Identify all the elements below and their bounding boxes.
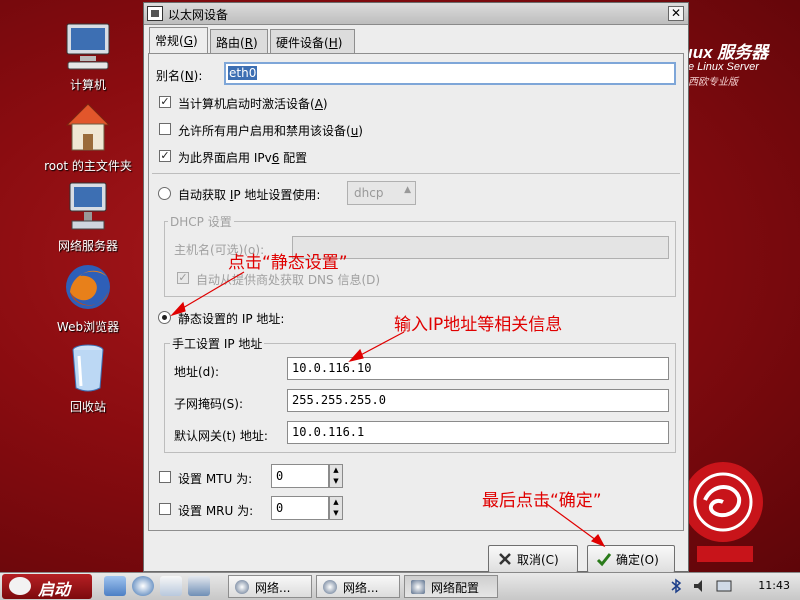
activate-on-boot-label: 当计算机启动时激活设备(A) bbox=[178, 97, 328, 111]
dhcp-hostname-input bbox=[292, 236, 669, 259]
ethernet-device-dialog: 以太网设备 ✕ 常规(G) 路由(R) 硬件设备(H) 别名(N): eth0 … bbox=[143, 2, 689, 573]
ok-button[interactable]: 确定(O) bbox=[587, 545, 675, 573]
mtu-label: 设置 MTU 为: bbox=[178, 472, 253, 486]
tab-general[interactable]: 常规(G) bbox=[149, 27, 208, 54]
clock: 11:43 bbox=[758, 579, 790, 592]
tab-hardware[interactable]: 硬件设备(H) bbox=[270, 29, 355, 54]
close-button[interactable]: ✕ bbox=[668, 6, 684, 21]
taskbar-task-network-1[interactable]: 网络... bbox=[228, 575, 312, 598]
annotation-click-ok: 最后点击“确定” bbox=[482, 491, 602, 511]
volume-icon[interactable] bbox=[692, 578, 708, 594]
cancel-button[interactable]: 取消(C) bbox=[488, 545, 578, 573]
desktop-icon-label: root 的主文件夹 bbox=[44, 159, 132, 173]
dialog-titlebar[interactable]: 以太网设备 ✕ bbox=[144, 3, 688, 25]
gateway-label: 默认网关(t) 地址: bbox=[174, 429, 268, 443]
window-icon bbox=[147, 6, 163, 21]
annotation-click-static: 点击“静态设置” bbox=[228, 253, 348, 273]
chevron-down-icon[interactable]: ▼ bbox=[330, 508, 342, 519]
manual-ip-frame-title: 手工设置 IP 地址 bbox=[170, 335, 265, 352]
allow-users-checkbox[interactable] bbox=[159, 123, 171, 135]
home-folder-icon bbox=[62, 101, 114, 153]
close-icon: ✕ bbox=[670, 6, 682, 20]
network-icon[interactable] bbox=[132, 576, 154, 596]
dhcp-protocol-select[interactable]: dhcp ▲ bbox=[347, 181, 416, 205]
desktop-icon-trash[interactable]: 回收站 bbox=[28, 342, 148, 415]
network-task-icon bbox=[323, 580, 337, 594]
static-ip-label: 静态设置的 IP 地址: bbox=[178, 312, 285, 326]
activate-on-boot-checkbox[interactable]: ✓ bbox=[159, 96, 171, 108]
start-button[interactable]: 启动 bbox=[2, 574, 92, 599]
desktop-icon-label: 回收站 bbox=[69, 400, 106, 414]
tab-routing[interactable]: 路由(R) bbox=[210, 29, 268, 54]
desktop-icon-label: 计算机 bbox=[69, 78, 106, 92]
taskbar-task-network-config[interactable]: 网络配置 bbox=[404, 575, 498, 598]
dialog-title: 以太网设备 bbox=[168, 8, 229, 22]
mtu-checkbox[interactable] bbox=[159, 471, 171, 483]
netmask-input[interactable]: 255.255.255.0 bbox=[287, 389, 669, 412]
network-config-task-icon bbox=[411, 580, 425, 594]
mtu-stepper[interactable]: ▲ ▼ bbox=[329, 464, 343, 488]
file-manager-icon[interactable] bbox=[104, 576, 126, 596]
computer-icon bbox=[62, 20, 114, 72]
mru-spin-input[interactable]: 0 bbox=[271, 496, 329, 520]
network-server-icon bbox=[62, 181, 114, 233]
desktop-icon-label: Web浏览器 bbox=[56, 320, 120, 334]
check-icon bbox=[596, 551, 612, 567]
auto-dns-checkbox: ✓ bbox=[177, 271, 189, 284]
taskbar-task-network-2[interactable]: 网络... bbox=[316, 575, 400, 598]
mtu-spin-input[interactable]: 0 bbox=[271, 464, 329, 488]
chevron-down-icon: ▲ bbox=[404, 185, 411, 195]
chevron-up-icon[interactable]: ▲ bbox=[330, 497, 342, 508]
enable-ipv6-checkbox[interactable]: ✓ bbox=[159, 150, 171, 162]
annotation-enter-ip: 输入IP地址等相关信息 bbox=[394, 315, 563, 335]
alias-label: 别名(N): bbox=[156, 69, 203, 83]
gateway-input[interactable]: 10.0.116.1 bbox=[287, 421, 669, 444]
cancel-icon bbox=[497, 551, 513, 567]
bluetooth-icon[interactable] bbox=[668, 578, 684, 594]
desktop-icon-home[interactable]: root 的主文件夹 bbox=[28, 101, 148, 174]
trash-icon bbox=[62, 342, 114, 394]
desktop-icon-network-server[interactable]: 网络服务器 bbox=[28, 181, 148, 254]
auto-dns-label: 自动从提供商处获取 DNS 信息(D) bbox=[196, 273, 381, 287]
netmask-label: 子网掩码(S): bbox=[174, 397, 244, 411]
auto-ip-radio[interactable] bbox=[158, 187, 171, 200]
brand-seal-icon bbox=[683, 460, 769, 566]
brand-logo: ıux 服务器 e Linux Server 西欧专业版 bbox=[688, 43, 769, 88]
chevron-down-icon[interactable]: ▼ bbox=[330, 476, 342, 487]
alias-input[interactable]: eth0 bbox=[224, 62, 676, 85]
mail-icon[interactable] bbox=[160, 576, 182, 596]
start-logo-icon bbox=[9, 577, 31, 595]
address-label: 地址(d): bbox=[174, 365, 220, 379]
mru-label: 设置 MRU 为: bbox=[178, 504, 254, 518]
network-task-icon bbox=[235, 580, 249, 594]
address-input[interactable]: 10.0.116.10 bbox=[287, 357, 669, 380]
separator bbox=[152, 173, 680, 174]
monitor-icon[interactable] bbox=[188, 576, 210, 596]
desktop-icon-web-browser[interactable]: Web浏览器 bbox=[28, 262, 148, 335]
mru-checkbox[interactable] bbox=[159, 503, 171, 515]
firefox-icon bbox=[62, 262, 114, 314]
network-status-icon[interactable] bbox=[716, 578, 732, 594]
allow-users-label: 允许所有用户启用和禁用该设备(u) bbox=[178, 124, 363, 138]
desktop-icon-computer[interactable]: 计算机 bbox=[28, 20, 148, 93]
enable-ipv6-label: 为此界面启用 IPv6 配置 bbox=[178, 151, 308, 165]
desktop-icon-label: 网络服务器 bbox=[57, 239, 118, 253]
chevron-up-icon[interactable]: ▲ bbox=[330, 465, 342, 476]
taskbar: 启动 网络... 网络... 网络配置 11:43 bbox=[0, 572, 800, 600]
dhcp-frame-title: DHCP 设置 bbox=[168, 213, 234, 230]
mru-stepper[interactable]: ▲ ▼ bbox=[329, 496, 343, 520]
auto-ip-label: 自动获取 IP 地址设置使用: bbox=[178, 188, 321, 202]
static-ip-radio[interactable] bbox=[158, 311, 171, 324]
